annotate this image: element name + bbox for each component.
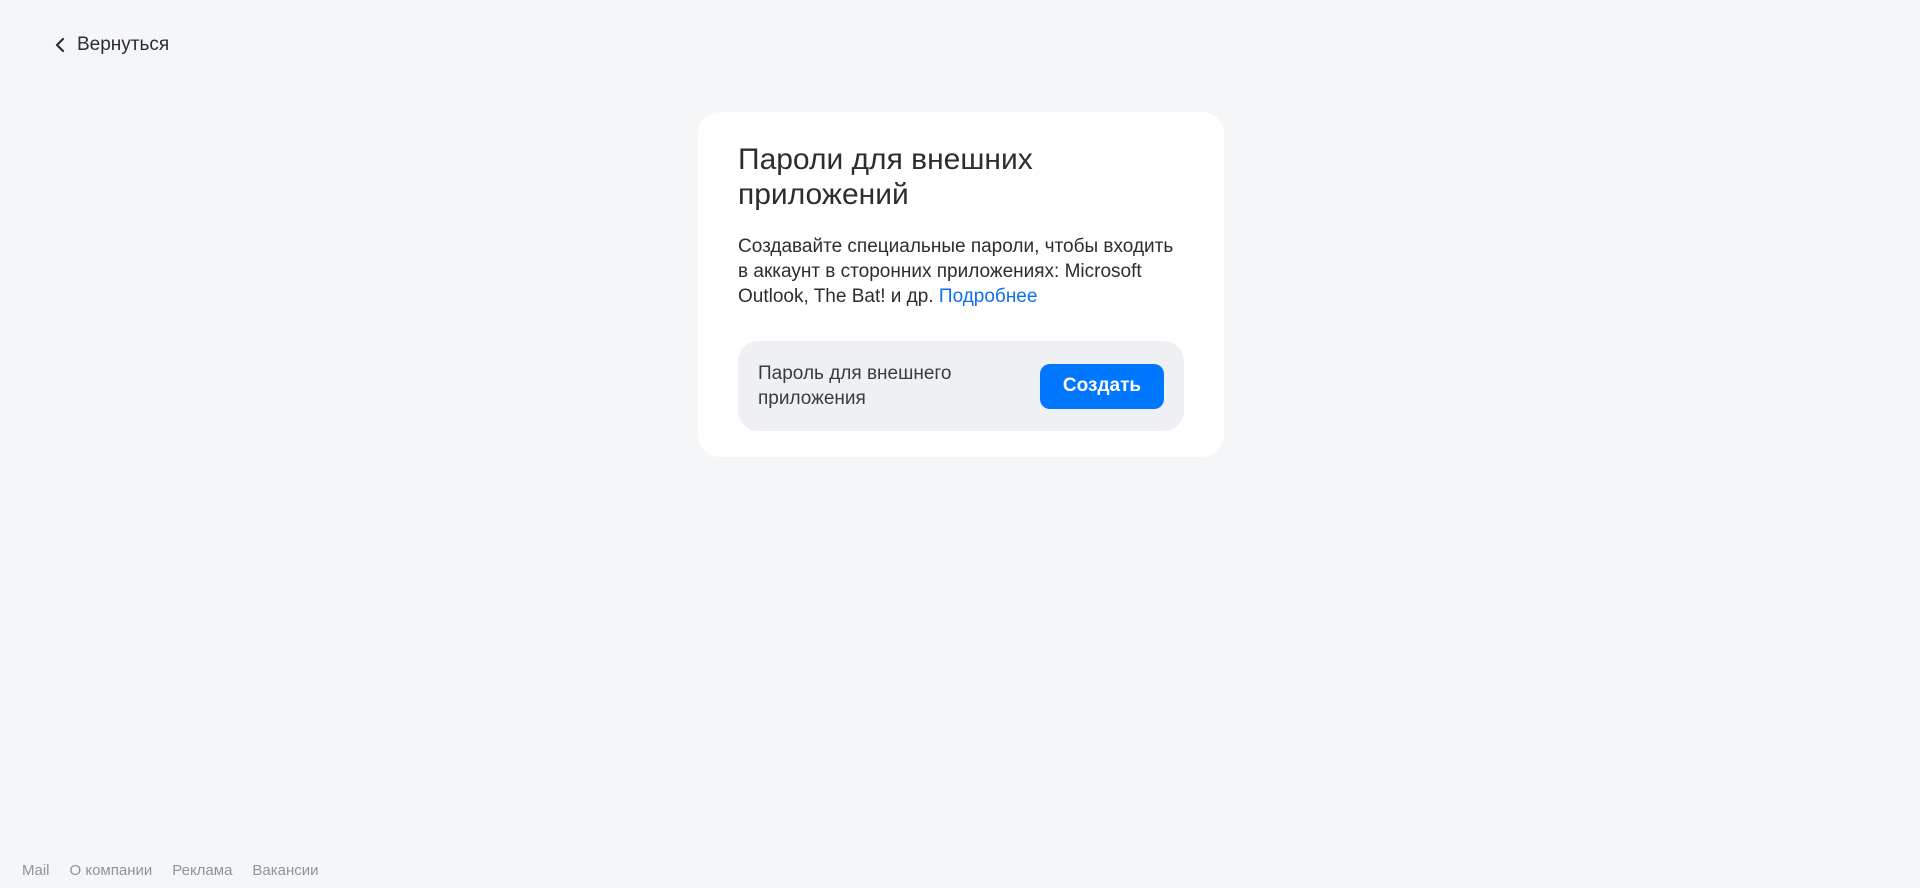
card-description: Создавайте специальные пароли, чтобы вхо… [738,234,1184,309]
back-link-label: Вернуться [77,34,170,55]
chevron-left-icon [55,37,65,53]
more-link[interactable]: Подробнее [939,286,1038,307]
app-password-row: Пароль для внешнего приложения Создать [738,341,1184,431]
back-link[interactable]: Вернуться [55,34,169,56]
footer-link-mail[interactable]: Mail [22,862,50,879]
app-password-label: Пароль для внешнего приложения [758,363,952,409]
footer-link-ads[interactable]: Реклама [172,862,232,879]
footer-link-about[interactable]: О компании [70,862,153,879]
footer-link-jobs[interactable]: Вакансии [252,862,318,879]
create-button[interactable]: Создать [1040,363,1164,409]
page-title: Пароли для внешних приложений [738,143,1033,211]
footer: Mail О компании Реклама Вакансии [22,862,319,879]
app-passwords-card: Пароли для внешних приложений Создавайте… [698,112,1224,457]
